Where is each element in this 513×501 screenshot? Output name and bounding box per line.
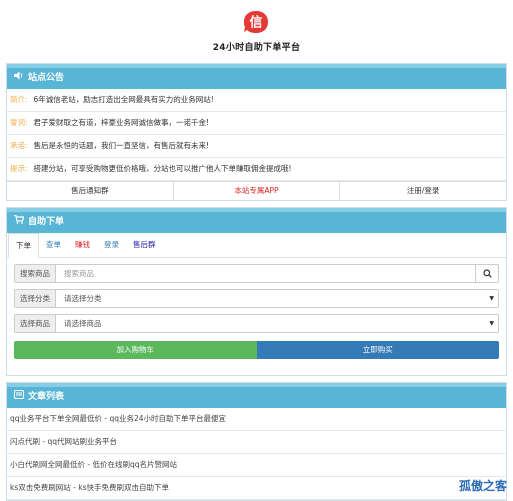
notice-tag: 誓词: <box>10 118 28 127</box>
notice-title: 站点公告 <box>28 73 65 83</box>
notice-text: 君子爱财取之有道，梓豪业务网诚信做事，一诺千金! <box>33 118 210 127</box>
product-label: 选择商品 <box>15 315 56 332</box>
order-tab[interactable]: 下单 <box>8 233 39 258</box>
search-input[interactable]: 搜索商品 <box>56 265 475 282</box>
notice-links: 售后通知群 本站专属APP 注册/登录 <box>7 181 506 200</box>
volume-icon <box>14 68 25 89</box>
notice-panel: 站点公告 简介: 6年诚信老站，励志打造出全网最具有实力的业务网站! 誓词: 君子爱财… <box>6 63 507 201</box>
chevron-down-icon: ▼ <box>489 320 494 327</box>
article-link[interactable]: 小白代刷网全网最低价 - 低价在线刷qq名片赞网站 <box>7 454 506 477</box>
order-tab[interactable]: 登录 <box>97 233 126 257</box>
notice-link[interactable]: 售后通知群 <box>7 182 174 200</box>
articles-title: 文章列表 <box>28 392 65 402</box>
search-label: 搜索商品 <box>15 265 56 282</box>
site-title: 24小时自助下单平台 <box>212 43 301 53</box>
notice-text: 售后是永恒的话题，我们一直坚信，有售后就有未来! <box>33 141 210 150</box>
article-link[interactable]: ks双击免费刷网站 - ks快手免费刷双击自助下单 <box>7 477 506 500</box>
notice-link[interactable]: 注册/登录 <box>340 182 506 200</box>
product-value: 请选择商品 <box>64 319 102 328</box>
category-label: 选择分类 <box>15 290 56 307</box>
articles-panel: 文章列表 qq业务平台下单全网最低价 - qq业务24小时自助下单平台最便宜 闪点… <box>6 382 507 501</box>
notice-tag: 承诺: <box>10 141 28 150</box>
site-logo[interactable]: 信 <box>243 10 269 34</box>
list-icon <box>14 387 25 408</box>
buy-now-button[interactable]: 立即购买 <box>256 341 499 359</box>
cart-icon <box>14 212 25 233</box>
order-tab[interactable]: 查单 <box>39 233 68 257</box>
category-value: 请选择分类 <box>64 294 102 303</box>
product-select[interactable]: 请选择商品 ▼ <box>56 315 498 332</box>
search-icon <box>482 269 492 278</box>
notice-row: 誓词: 君子爱财取之有道，梓豪业务网诚信做事，一诺千金! <box>7 112 506 135</box>
category-row: 选择分类 请选择分类 ▼ <box>14 289 499 308</box>
articles-header: 文章列表 <box>7 383 506 408</box>
order-title: 自助下单 <box>28 217 65 227</box>
notice-link[interactable]: 本站专属APP <box>174 182 341 200</box>
article-link[interactable]: qq业务平台下单全网最低价 - qq业务24小时自助下单平台最便宜 <box>7 408 506 431</box>
search-button[interactable] <box>475 265 498 282</box>
site-header: 信 24小时自助下单平台 <box>0 0 513 63</box>
action-buttons: 加入购物车 立即购买 <box>14 341 499 359</box>
notice-header: 站点公告 <box>7 64 506 89</box>
notice-text: 搭建分站，可享受购物更低价格哦，分站也可以推广他人下单赚取佣金提成哦! <box>33 164 292 173</box>
watermark: 孤傲之客 <box>458 479 507 493</box>
category-select[interactable]: 请选择分类 ▼ <box>56 290 498 307</box>
notice-tag: 简介: <box>10 95 28 104</box>
add-to-cart-button[interactable]: 加入购物车 <box>14 341 257 359</box>
search-row: 搜索商品 搜索商品 <box>14 264 499 283</box>
notice-row: 提示: 搭建分站，可享受购物更低价格哦，分站也可以推广他人下单赚取佣金提成哦! <box>7 158 506 181</box>
svg-text:信: 信 <box>249 15 262 31</box>
order-tab[interactable]: 售后群 <box>126 233 163 257</box>
chevron-down-icon: ▼ <box>489 295 494 302</box>
article-link[interactable]: 闪点代刷 - qq代网站刷业务平台 <box>7 431 506 454</box>
order-tab[interactable]: 赚钱 <box>68 233 97 257</box>
notice-text: 6年诚信老站，励志打造出全网最具有实力的业务网站! <box>33 95 214 104</box>
notice-row: 简介: 6年诚信老站，励志打造出全网最具有实力的业务网站! <box>7 89 506 112</box>
product-row: 选择商品 请选择商品 ▼ <box>14 314 499 333</box>
notice-tag: 提示: <box>10 164 28 173</box>
order-header: 自助下单 <box>7 208 506 233</box>
order-tabs: 下单 查单 赚钱 登录 售后群 <box>7 233 506 258</box>
notice-row: 承诺: 售后是永恒的话题，我们一直坚信，有售后就有未来! <box>7 135 506 158</box>
order-panel: 自助下单 下单 查单 赚钱 登录 售后群 搜索商品 搜索商品 选择分类 请选择分类 ▼ … <box>6 207 507 376</box>
